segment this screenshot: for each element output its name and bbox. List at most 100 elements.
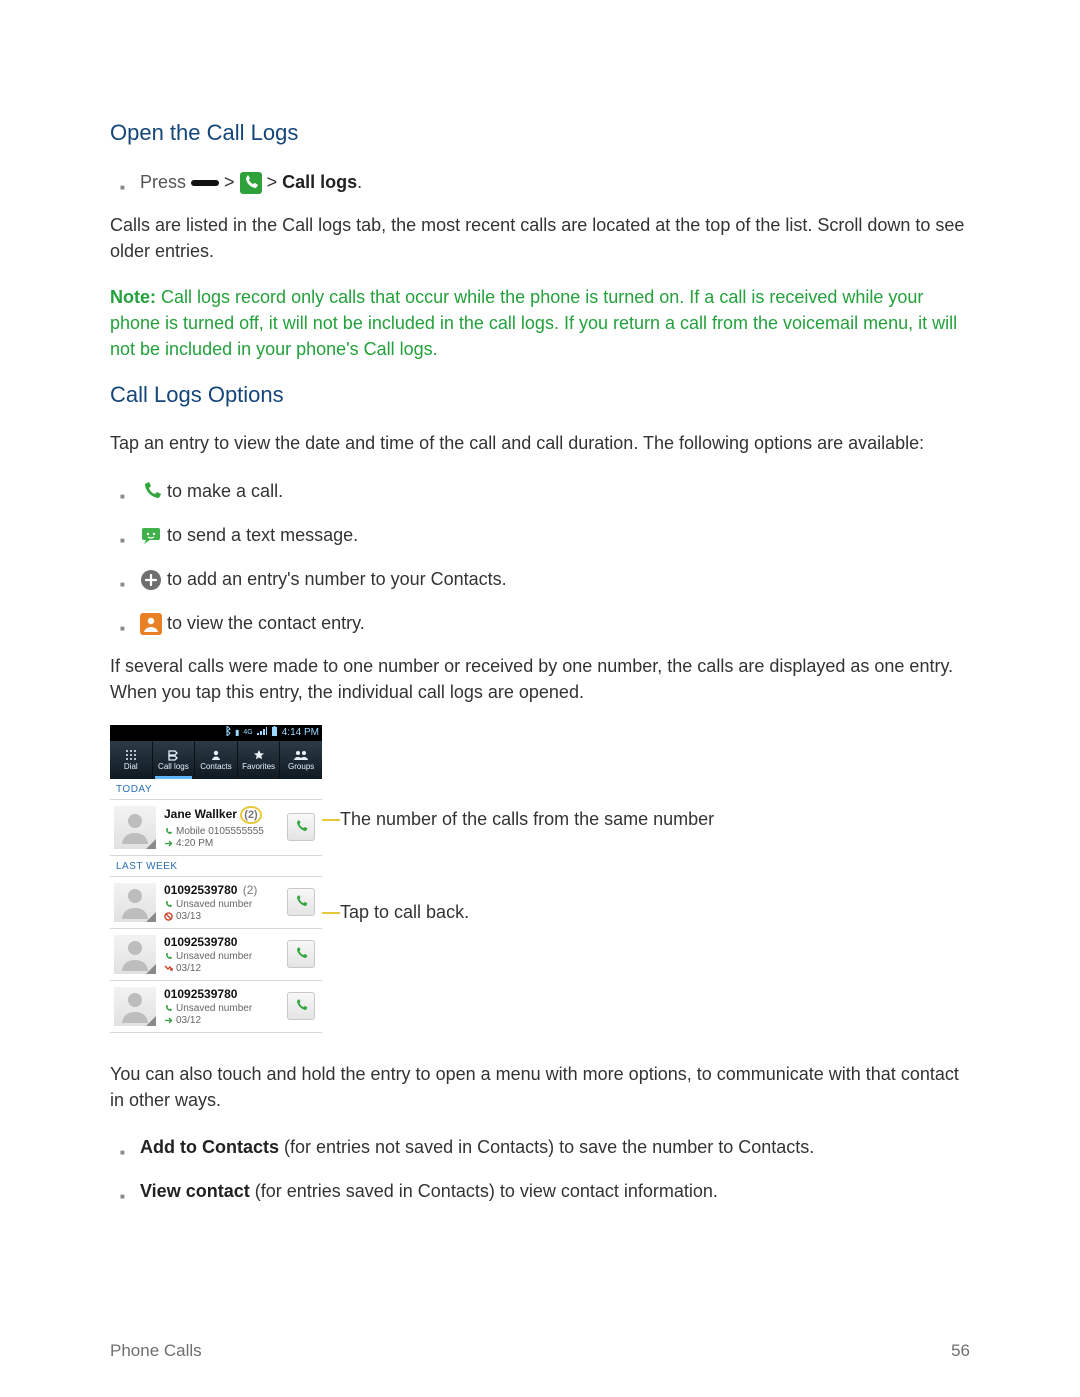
entry-time: 4:20 PM	[176, 838, 213, 849]
note-prefix: Note:	[110, 287, 156, 307]
option-make-call: to make a call.	[110, 477, 970, 505]
entry-info: 01092539780 (2) Unsaved number 03/13	[156, 877, 286, 928]
tab-call-logs-label: Call logs	[158, 762, 189, 771]
footer-page-number: 56	[951, 1341, 970, 1361]
entry-name: 01092539780	[164, 987, 237, 1001]
dial-icon	[125, 748, 137, 762]
message-icon	[140, 525, 162, 547]
tap-entry-paragraph: Tap an entry to view the date and time o…	[110, 430, 970, 456]
call-logs-icon	[167, 748, 179, 762]
press-instruction: Press > > Call logs.	[110, 168, 970, 196]
entry-sub: Unsaved number	[176, 951, 252, 962]
entry-name: 01092539780	[164, 935, 237, 949]
lte-icon: 4G	[243, 729, 252, 736]
note-body: Call logs record only calls that occur w…	[110, 287, 957, 359]
wifi-icon: ▮	[235, 728, 239, 737]
home-key-icon	[191, 178, 219, 188]
section-title-call-logs-options: Call Logs Options	[110, 382, 970, 408]
groups-icon	[294, 748, 308, 762]
tab-dial-label: Dial	[124, 762, 138, 771]
entry-sub: Unsaved number	[176, 899, 252, 910]
page-footer: Phone Calls 56	[110, 1341, 970, 1361]
phone-screen: ▮ 4G 4:14 PM Dial	[110, 725, 322, 1033]
call-count: (2)	[243, 883, 258, 897]
call-back-cell	[286, 989, 316, 1024]
call-back-cell	[286, 937, 316, 972]
option-make-call-text: to make a call.	[167, 481, 283, 501]
callout-count-text: The number of the calls from the same nu…	[340, 809, 714, 829]
option-view-contact-rest: (for entries saved in Contacts) to view …	[250, 1181, 718, 1201]
option-send-text: to send a text message.	[110, 521, 970, 549]
call-back-button[interactable]	[287, 992, 315, 1020]
option-add-to-contacts-label: Add to Contacts	[140, 1137, 279, 1157]
entry-sub: Unsaved number	[176, 1003, 252, 1014]
add-contact-icon	[140, 569, 162, 591]
outgoing-call-icon	[164, 952, 173, 961]
callout-callback-text: Tap to call back.	[340, 902, 469, 922]
document-page: Open the Call Logs Press > > Call logs. …	[0, 0, 1080, 1397]
entry-info: Jane Wallker (2) Mobile 0105555555 4:20 …	[156, 800, 286, 855]
breadcrumb-sep: >	[224, 172, 235, 192]
call-back-cell	[286, 885, 316, 920]
avatar	[114, 935, 156, 974]
footer-section-name: Phone Calls	[110, 1341, 202, 1361]
phone-tabs: Dial Call logs Contacts	[110, 741, 322, 779]
contacts-icon	[210, 748, 222, 762]
press-instruction-list: Press > > Call logs.	[110, 168, 970, 196]
call-back-button[interactable]	[287, 888, 315, 916]
tab-dial[interactable]: Dial	[110, 741, 153, 779]
touch-hold-paragraph: You can also touch and hold the entry to…	[110, 1061, 970, 1113]
view-contact-icon	[140, 613, 162, 635]
log-entry[interactable]: Jane Wallker (2) Mobile 0105555555 4:20 …	[110, 800, 322, 856]
missed-call-icon	[164, 964, 173, 973]
battery-icon	[271, 726, 278, 739]
entry-time: 03/13	[176, 911, 201, 922]
call-back-button[interactable]	[287, 813, 315, 841]
entry-sub: Mobile 0105555555	[176, 826, 264, 837]
phone-handset-icon	[293, 946, 309, 962]
log-entry[interactable]: 01092539780 Unsaved number 03/12	[110, 981, 322, 1033]
section-lastweek: LAST WEEK	[110, 856, 322, 877]
section-title-open-call-logs: Open the Call Logs	[110, 120, 970, 146]
touch-hold-options-list: Add to Contacts (for entries not saved i…	[110, 1133, 970, 1205]
callout-column: The number of the calls from the same nu…	[322, 725, 970, 923]
avatar	[114, 806, 156, 849]
entry-name: Jane Wallker	[164, 807, 237, 821]
arrow-right-icon	[164, 839, 173, 848]
phone-app-icon	[240, 172, 262, 194]
bluetooth-icon	[223, 726, 231, 739]
log-entry[interactable]: 01092539780 (2) Unsaved number 03/13	[110, 877, 322, 929]
option-view-contact-text: to view the contact entry.	[167, 613, 365, 633]
phone-handset-icon	[293, 894, 309, 910]
callout-connector-icon	[322, 819, 340, 821]
tab-favorites[interactable]: Favorites	[238, 741, 281, 779]
option-add-to-contacts: Add to Contacts (for entries not saved i…	[110, 1133, 970, 1161]
outgoing-call-icon	[164, 827, 173, 836]
tab-favorites-label: Favorites	[242, 762, 275, 771]
tab-call-logs[interactable]: Call logs	[153, 741, 196, 779]
log-entry[interactable]: 01092539780 Unsaved number 03/12	[110, 929, 322, 981]
option-add-contact-text: to add an entry's number to your Contact…	[167, 569, 507, 589]
call-back-button[interactable]	[287, 940, 315, 968]
section-today: TODAY	[110, 779, 322, 800]
phone-handset-icon	[140, 481, 162, 503]
avatar	[114, 987, 156, 1026]
callout-count: The number of the calls from the same nu…	[340, 809, 970, 830]
breadcrumb-sep: >	[267, 172, 278, 192]
option-add-to-contacts-rest: (for entries not saved in Contacts) to s…	[279, 1137, 814, 1157]
option-view-contact-label: View contact	[140, 1181, 250, 1201]
tab-contacts-label: Contacts	[200, 762, 232, 771]
callout-connector-icon	[322, 912, 340, 914]
favorites-icon	[253, 748, 265, 762]
tab-groups[interactable]: Groups	[280, 741, 322, 779]
several-calls-paragraph: If several calls were made to one number…	[110, 653, 970, 705]
entry-name: 01092539780	[164, 883, 237, 897]
call-count-badge: (2)	[240, 806, 261, 824]
tab-contacts[interactable]: Contacts	[195, 741, 238, 779]
outgoing-call-icon	[164, 900, 173, 909]
options-list: to make a call. to send a text message. …	[110, 477, 970, 637]
outgoing-call-icon	[164, 1004, 173, 1013]
phone-screenshot-figure: ▮ 4G 4:14 PM Dial	[110, 725, 970, 1033]
option-view-contact: to view the contact entry.	[110, 609, 970, 637]
avatar	[114, 883, 156, 922]
